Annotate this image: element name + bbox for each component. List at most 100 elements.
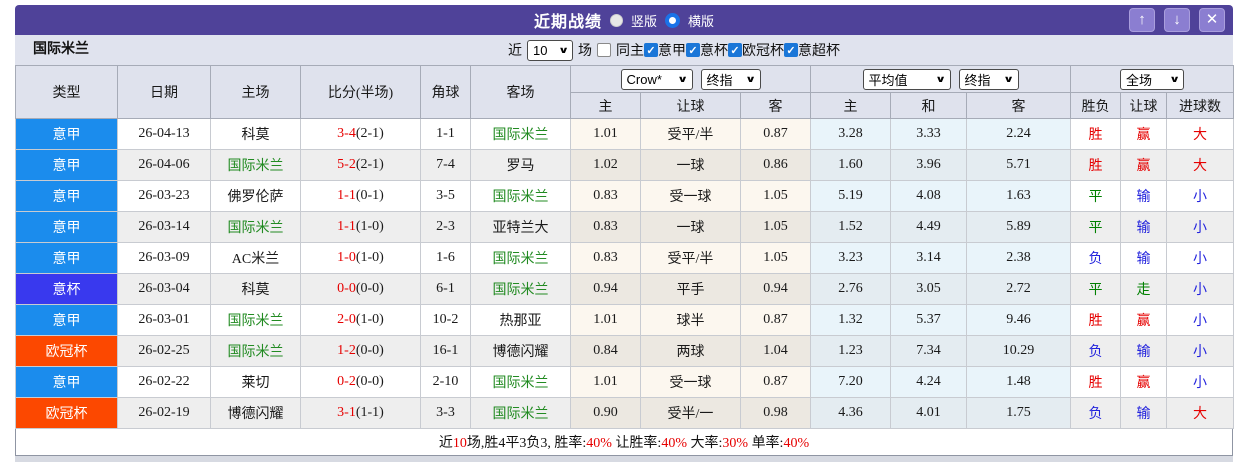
horizontal-layout-label[interactable]: 横版: [688, 11, 714, 30]
crow-away-odds: 0.98: [740, 397, 811, 429]
result-cell: 平: [1070, 180, 1122, 212]
summary-text: 近10场,胜4平3负3, 胜率:40% 让胜率:40% 大率:30% 单率:40…: [439, 432, 809, 452]
goals-result-cell: 大: [1166, 118, 1234, 150]
table-row: 意甲 26-03-23 佛罗伦萨 1-1(0-1) 3-5 国际米兰 0.83 受一球 1.05…: [15, 180, 1234, 212]
score-cell: 2-0(1-0): [300, 304, 421, 336]
avg-away-odds: 5.71: [965, 149, 1072, 181]
table-row: 欧冠杯 26-02-19 博德闪耀 3-1(1-1) 3-3 国际米兰 0.90 受半/一 0.…: [15, 397, 1234, 429]
handicap-result-cell: 走: [1120, 273, 1168, 305]
crow-away-odds: 1.04: [740, 335, 811, 367]
odds-stage-select-2[interactable]: 终指 ∨: [958, 68, 1019, 90]
corners-cell: 7-4: [420, 149, 471, 181]
score-cell: 5-2(2-1): [300, 149, 421, 181]
league-badge: 欧冠杯: [15, 335, 118, 367]
horizontal-layout-radio[interactable]: [665, 12, 680, 28]
result-cell: 胜: [1070, 118, 1122, 150]
summary-segment: 40%: [586, 436, 612, 451]
away-team: 国际米兰: [470, 180, 571, 212]
avg-draw-odds: 3.33: [890, 118, 967, 150]
col-header-result: 胜负: [1070, 92, 1122, 119]
league-filter-item[interactable]: ✓ 意甲: [644, 40, 686, 60]
move-up-button[interactable]: ↑: [1129, 8, 1155, 32]
score-cell: 1-1(1-0): [300, 211, 421, 243]
league-filter-label: 意超杯: [798, 44, 840, 59]
handicap-line: 受平/半: [640, 242, 741, 274]
result-group-header: 全场 ∨: [1070, 65, 1234, 93]
league-filter-item[interactable]: ✓ 意杯: [686, 40, 728, 60]
score-cell: 1-2(0-0): [300, 335, 421, 367]
crow-home-odds: 1.02: [570, 149, 641, 181]
summary-segment: 让胜率:: [611, 436, 662, 451]
avg-home-odds: 5.19: [810, 180, 891, 212]
col-header-score: 比分(半场): [300, 65, 421, 119]
date-cell: 26-04-06: [117, 149, 211, 181]
date-cell: 26-03-04: [117, 273, 211, 305]
goals-result-cell: 小: [1166, 180, 1234, 212]
results-table: 类型 日期 主场 比分(半场) 角球 客场 Crow* ∨ 终指 ∨ 平均值 ∨…: [15, 65, 1234, 429]
avg-away-odds: 9.46: [965, 304, 1072, 336]
result-cell: 平: [1070, 273, 1122, 305]
avg-home-odds: 3.28: [810, 118, 891, 150]
avg-away-odds: 10.29: [965, 335, 1072, 367]
bookmaker-select[interactable]: Crow* ∨: [620, 68, 693, 90]
league-filter-item[interactable]: ✓ 欧冠杯: [728, 40, 784, 60]
crow-away-odds: 0.87: [740, 366, 811, 398]
col-header-corners: 角球: [420, 65, 471, 119]
team-name: 国际米兰: [33, 42, 89, 57]
corners-cell: 3-5: [420, 180, 471, 212]
avg-away-odds: 1.75: [965, 397, 1072, 429]
result-cell: 负: [1070, 335, 1122, 367]
avg-draw-odds: 5.37: [890, 304, 967, 336]
handicap-result-cell: 输: [1120, 335, 1168, 367]
checkbox-checked-icon[interactable]: ✓: [686, 43, 700, 57]
period-select[interactable]: 全场 ∨: [1120, 68, 1185, 90]
close-icon: ✕: [1205, 11, 1219, 28]
avg-draw-odds: 4.08: [890, 180, 967, 212]
league-badge: 意甲: [15, 242, 118, 274]
handicap-line: 平手: [640, 273, 741, 305]
result-cell: 胜: [1070, 304, 1122, 336]
avg-away-odds: 1.63: [965, 180, 1072, 212]
crow-away-odds: 0.86: [740, 149, 811, 181]
crow-home-odds: 0.83: [570, 242, 641, 274]
vertical-layout-label[interactable]: 竖版: [631, 11, 657, 30]
col-header-away: 客场: [470, 65, 571, 119]
league-filter-item[interactable]: ✓ 意超杯: [784, 40, 840, 60]
move-down-button[interactable]: ↓: [1164, 8, 1190, 32]
avg-home-odds: 1.60: [810, 149, 891, 181]
away-team: 亚特兰大: [470, 211, 571, 243]
checkbox-checked-icon[interactable]: ✓: [644, 43, 658, 57]
matches-label: 场: [578, 44, 592, 59]
down-arrow-icon: ↓: [1173, 11, 1181, 28]
league-badge: 意甲: [15, 118, 118, 150]
crow-away-odds: 0.87: [740, 304, 811, 336]
date-cell: 26-02-22: [117, 366, 211, 398]
col-header-avg-away: 客: [965, 92, 1072, 119]
titlebar: 近期战绩 竖版 横版 ↑ ↓ ✕: [15, 5, 1233, 35]
date-cell: 26-02-25: [117, 335, 211, 367]
league-badge: 欧冠杯: [15, 397, 118, 429]
avg-home-odds: 2.76: [810, 273, 891, 305]
score-cell: 3-4(2-1): [300, 118, 421, 150]
corners-cell: 3-3: [420, 397, 471, 429]
checkbox-checked-icon[interactable]: ✓: [728, 43, 742, 57]
vertical-layout-radio[interactable]: [609, 13, 623, 27]
home-team: 国际米兰: [210, 211, 301, 243]
home-team: AC米兰: [210, 242, 301, 274]
checkbox-checked-icon[interactable]: ✓: [784, 43, 798, 57]
average-group-header: 平均值 ∨ 终指 ∨: [809, 65, 1072, 93]
crow-home-odds: 1.01: [570, 304, 641, 336]
recent-count-select[interactable]: 10 ∨: [527, 39, 573, 61]
odds-stage-select-1[interactable]: 终指 ∨: [700, 68, 761, 90]
average-select[interactable]: 平均值 ∨: [862, 68, 951, 90]
handicap-line: 两球: [640, 335, 741, 367]
league-badge: 意甲: [15, 366, 118, 398]
handicap-result-cell: 输: [1120, 397, 1168, 429]
chevron-down-icon: ∨: [745, 73, 757, 84]
header-selects-row: 类型 日期 主场 比分(半场) 角球 客场 Crow* ∨ 终指 ∨ 平均值 ∨…: [15, 65, 1234, 119]
corners-cell: 1-6: [420, 242, 471, 274]
same-host-checkbox[interactable]: [597, 43, 611, 57]
league-filter-label: 欧冠杯: [742, 44, 784, 59]
summary-footer: 近10场,胜4平3负3, 胜率:40% 让胜率:40% 大率:30% 单率:40…: [15, 429, 1233, 456]
close-button[interactable]: ✕: [1199, 8, 1225, 32]
